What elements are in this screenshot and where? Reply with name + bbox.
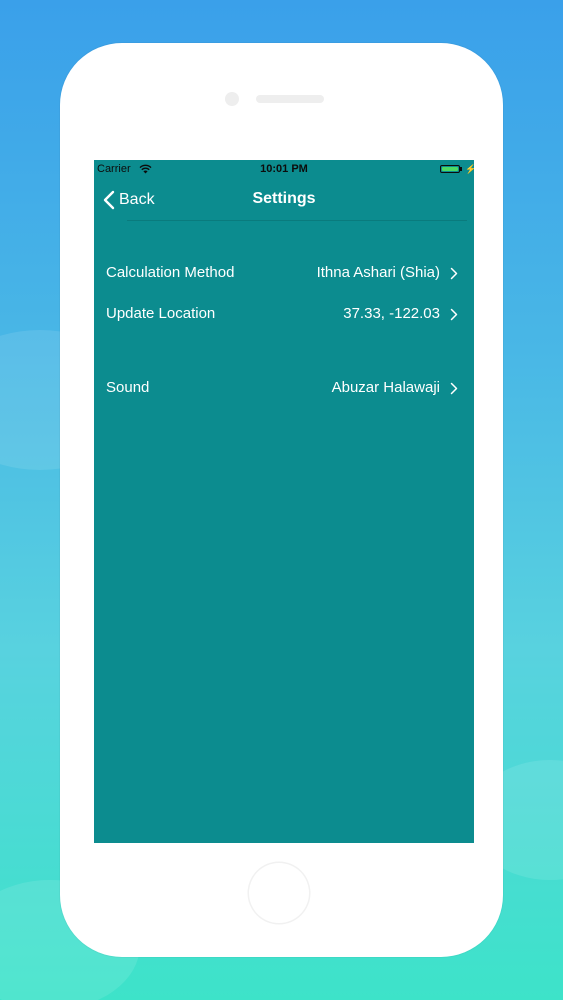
update-location-value: 37.33, -122.03: [343, 305, 440, 322]
status-time: 10:01 PM: [260, 163, 308, 175]
sound-label: Sound: [106, 379, 150, 396]
status-bar: Carrier 10:01 PM ⚡: [94, 160, 474, 178]
calculation-method-label: Calculation Method: [106, 264, 235, 281]
update-location-row[interactable]: Update Location 37.33, -122.03: [94, 294, 474, 334]
app-screen: Carrier 10:01 PM ⚡ Back Settings Calcula…: [94, 160, 474, 843]
sound-value: Abuzar Halawaji: [331, 379, 440, 396]
chevron-right-icon: [450, 382, 458, 395]
battery-icon: [440, 165, 460, 173]
earpiece-speaker: [256, 95, 324, 103]
home-button[interactable]: [249, 863, 309, 923]
navigation-bar: Back Settings: [94, 178, 474, 222]
calculation-method-value: Ithna Ashari (Shia): [316, 264, 440, 281]
nav-divider: [127, 220, 467, 221]
front-camera: [225, 92, 239, 106]
page-title: Settings: [252, 190, 316, 207]
sound-row[interactable]: Sound Abuzar Halawaji: [94, 368, 474, 408]
calculation-method-row[interactable]: Calculation Method Ithna Ashari (Shia): [94, 253, 474, 293]
chevron-right-icon: [450, 308, 458, 321]
battery-cap: [460, 167, 462, 171]
update-location-label: Update Location: [106, 305, 216, 322]
chevron-right-icon: [450, 267, 458, 280]
battery-level: [442, 167, 458, 171]
bolt-icon: ⚡: [465, 164, 474, 174]
